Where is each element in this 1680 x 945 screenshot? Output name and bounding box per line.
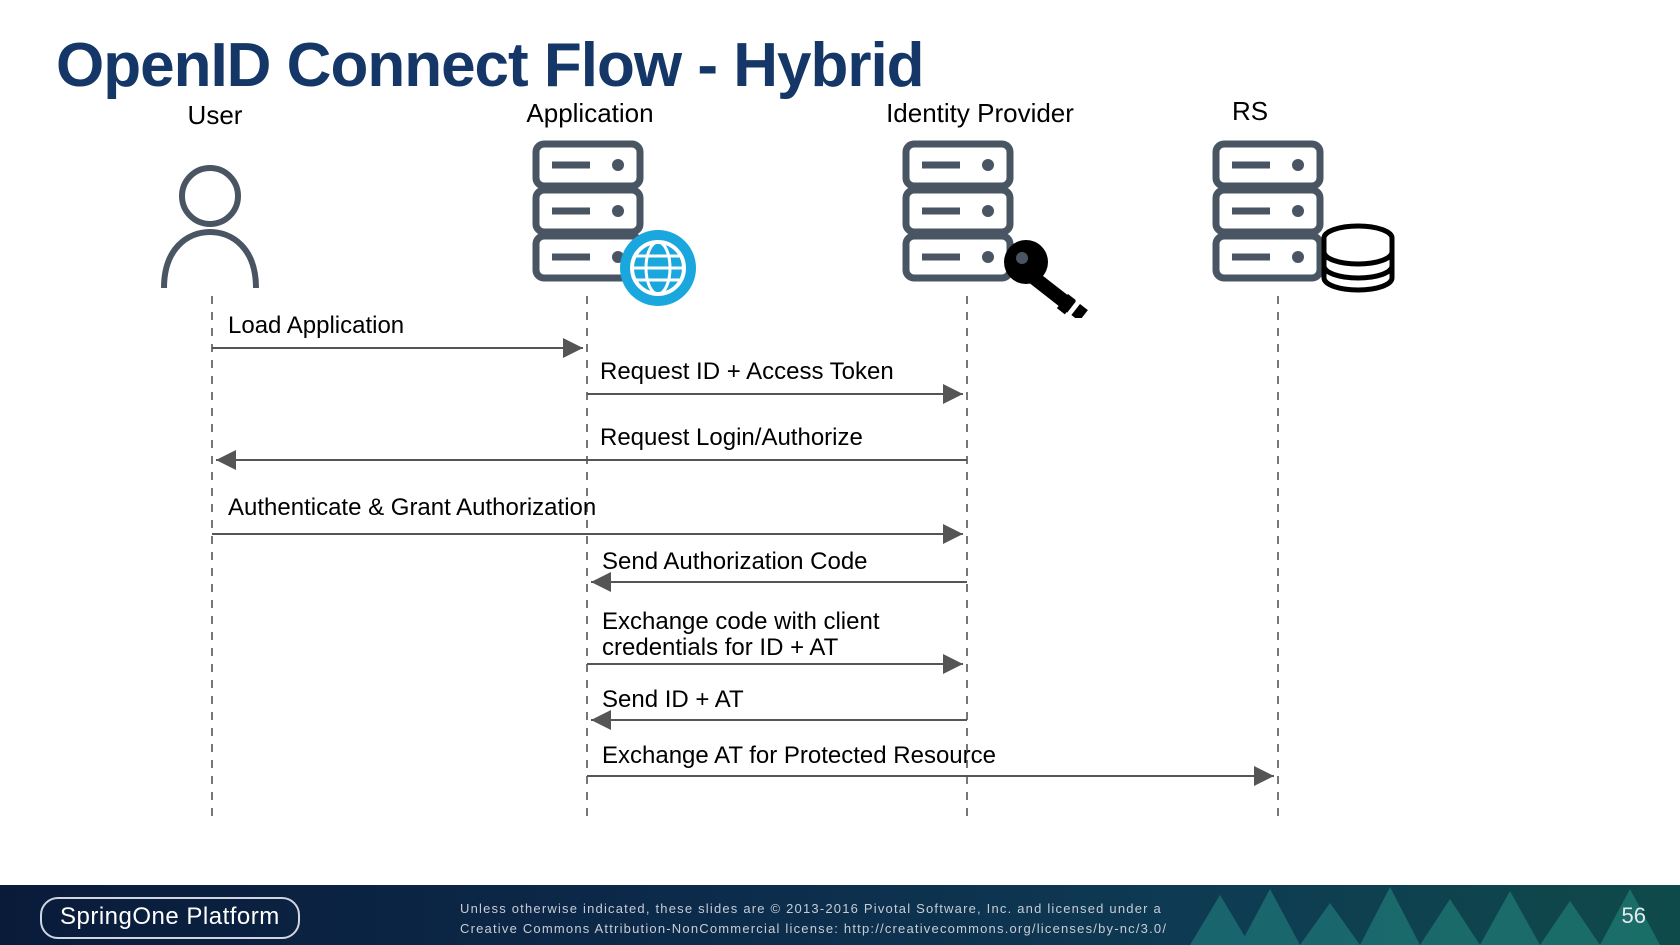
msg-exchange-code-a: Exchange code with client [602,608,880,636]
msg-send-id-at: Send ID + AT [602,686,744,714]
msg-load-application: Load Application [228,312,404,340]
footer-license-line1: Unless otherwise indicated, these slides… [460,901,1162,916]
msg-send-auth-code: Send Authorization Code [602,548,868,576]
footer-license-line2: Creative Commons Attribution-NonCommerci… [460,921,1167,936]
footer-brand: SpringOne Platform [40,897,300,939]
footer: SpringOne Platform Unless otherwise indi… [0,885,1680,945]
sequence-diagram [0,0,1680,945]
msg-exchange-at-resource: Exchange AT for Protected Resource [602,742,996,770]
msg-request-login: Request Login/Authorize [600,424,863,452]
msg-request-id-at: Request ID + Access Token [600,358,894,386]
msg-exchange-code-b: credentials for ID + AT [602,634,838,662]
slide: OpenID Connect Flow - Hybrid User Applic… [0,0,1680,945]
footer-decoration [1160,885,1680,945]
footer-license: Unless otherwise indicated, these slides… [460,899,1167,938]
footer-page-number: 56 [1622,903,1646,929]
msg-authenticate: Authenticate & Grant Authorization [228,494,596,522]
